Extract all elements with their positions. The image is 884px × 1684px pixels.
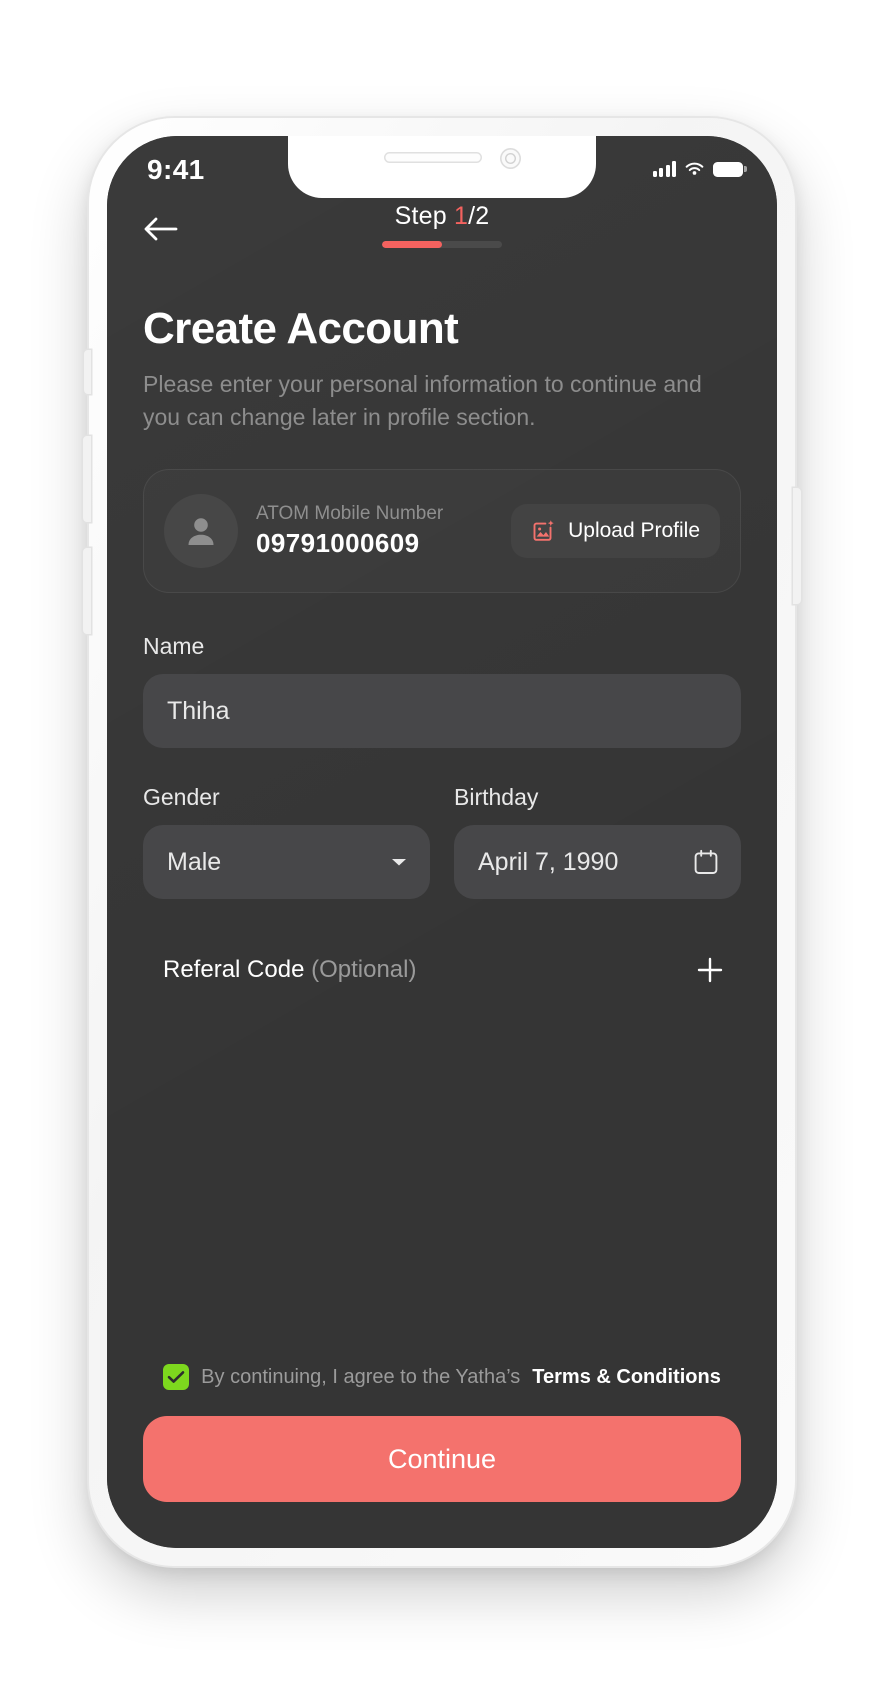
- battery-icon: [713, 161, 747, 177]
- back-button[interactable]: [143, 206, 195, 252]
- referral-code-title: Referal Code: [163, 956, 305, 984]
- app-root: Step 1/2 Create Account Please enter you…: [107, 136, 777, 1548]
- referral-code-label: Referal Code (Optional): [163, 956, 416, 984]
- gender-select[interactable]: Male: [143, 825, 430, 900]
- name-input[interactable]: Thiha: [143, 674, 741, 749]
- plus-icon[interactable]: [693, 953, 727, 987]
- referral-code-optional: (Optional): [304, 956, 417, 984]
- continue-button[interactable]: Continue: [143, 1416, 741, 1502]
- screenshot-stage: 9:41 Step 1/2 Create Account Please ente…: [0, 0, 884, 1684]
- terms-checkbox[interactable]: [163, 1364, 190, 1390]
- phone-device-frame: 9:41 Step 1/2 Create Account Please ente…: [83, 118, 801, 1566]
- person-icon: [188, 518, 214, 546]
- referral-code-row[interactable]: Referal Code (Optional): [143, 943, 741, 997]
- avatar: [164, 494, 238, 569]
- birthday-field-group: Birthday April 7, 1990: [454, 784, 741, 900]
- image-upload-icon: [533, 520, 554, 542]
- name-label: Name: [143, 633, 205, 660]
- status-bar-clock: 9:41: [147, 154, 205, 185]
- page-subtitle: Please enter your personal information t…: [143, 371, 702, 430]
- earpiece-speaker: [384, 152, 482, 163]
- checkmark-icon: [167, 1371, 185, 1383]
- mobile-number-card: ATOM Mobile Number 09791000609 Upload Pr…: [143, 469, 741, 594]
- terms-agreement-row: By continuing, I agree to the Yatha’s Te…: [143, 1364, 741, 1390]
- cellular-signal-icon: [652, 161, 676, 177]
- app-content: Step 1/2 Create Account Please enter you…: [107, 136, 777, 1416]
- chevron-down-icon: [392, 859, 406, 866]
- nav-bar: Step 1/2: [143, 202, 741, 288]
- step-current: 1: [454, 202, 469, 230]
- upload-profile-button[interactable]: Upload Profile: [511, 504, 720, 559]
- front-camera-icon: [500, 148, 521, 169]
- mobile-number-value: 09791000609: [256, 528, 420, 559]
- wifi-icon: [685, 162, 704, 175]
- gender-label: Gender: [143, 784, 220, 811]
- name-field-group: Name Thiha: [143, 633, 741, 749]
- upload-profile-label: Upload Profile: [568, 519, 700, 543]
- step-progress-fill: [382, 241, 442, 248]
- mobile-number-info: ATOM Mobile Number 09791000609: [256, 503, 493, 559]
- name-input-value: Thiha: [167, 696, 230, 725]
- device-notch: [288, 136, 596, 198]
- step-prefix: Step: [394, 202, 454, 230]
- gender-field-group: Gender Male: [143, 784, 430, 900]
- terms-text: By continuing, I agree to the Yatha’s: [201, 1365, 521, 1388]
- back-arrow-icon: [144, 217, 178, 241]
- step-total: 2: [475, 202, 490, 230]
- mute-switch[interactable]: [84, 350, 91, 394]
- birthday-value: April 7, 1990: [478, 847, 619, 876]
- continue-button-label: Continue: [387, 1443, 497, 1474]
- volume-up-button[interactable]: [83, 436, 91, 522]
- mobile-number-label: ATOM Mobile Number: [256, 503, 444, 525]
- phone-screen: 9:41 Step 1/2 Create Account Please ente…: [107, 136, 777, 1548]
- gender-birthday-row: Gender Male Birthday April 7, 1990: [143, 784, 741, 900]
- calendar-icon: [694, 849, 718, 874]
- page-title: Create Account: [143, 304, 459, 353]
- step-indicator: Step 1/2: [382, 202, 502, 248]
- step-label: Step 1/2: [395, 202, 490, 231]
- terms-and-conditions-link[interactable]: Terms & Conditions: [532, 1366, 721, 1389]
- volume-down-button[interactable]: [83, 548, 91, 634]
- status-bar-indicators: [652, 161, 747, 177]
- power-button[interactable]: [793, 488, 801, 604]
- step-progress-bar: [382, 241, 502, 248]
- gender-value: Male: [167, 847, 222, 876]
- birthday-select[interactable]: April 7, 1990: [454, 825, 741, 900]
- birthday-label: Birthday: [454, 784, 539, 811]
